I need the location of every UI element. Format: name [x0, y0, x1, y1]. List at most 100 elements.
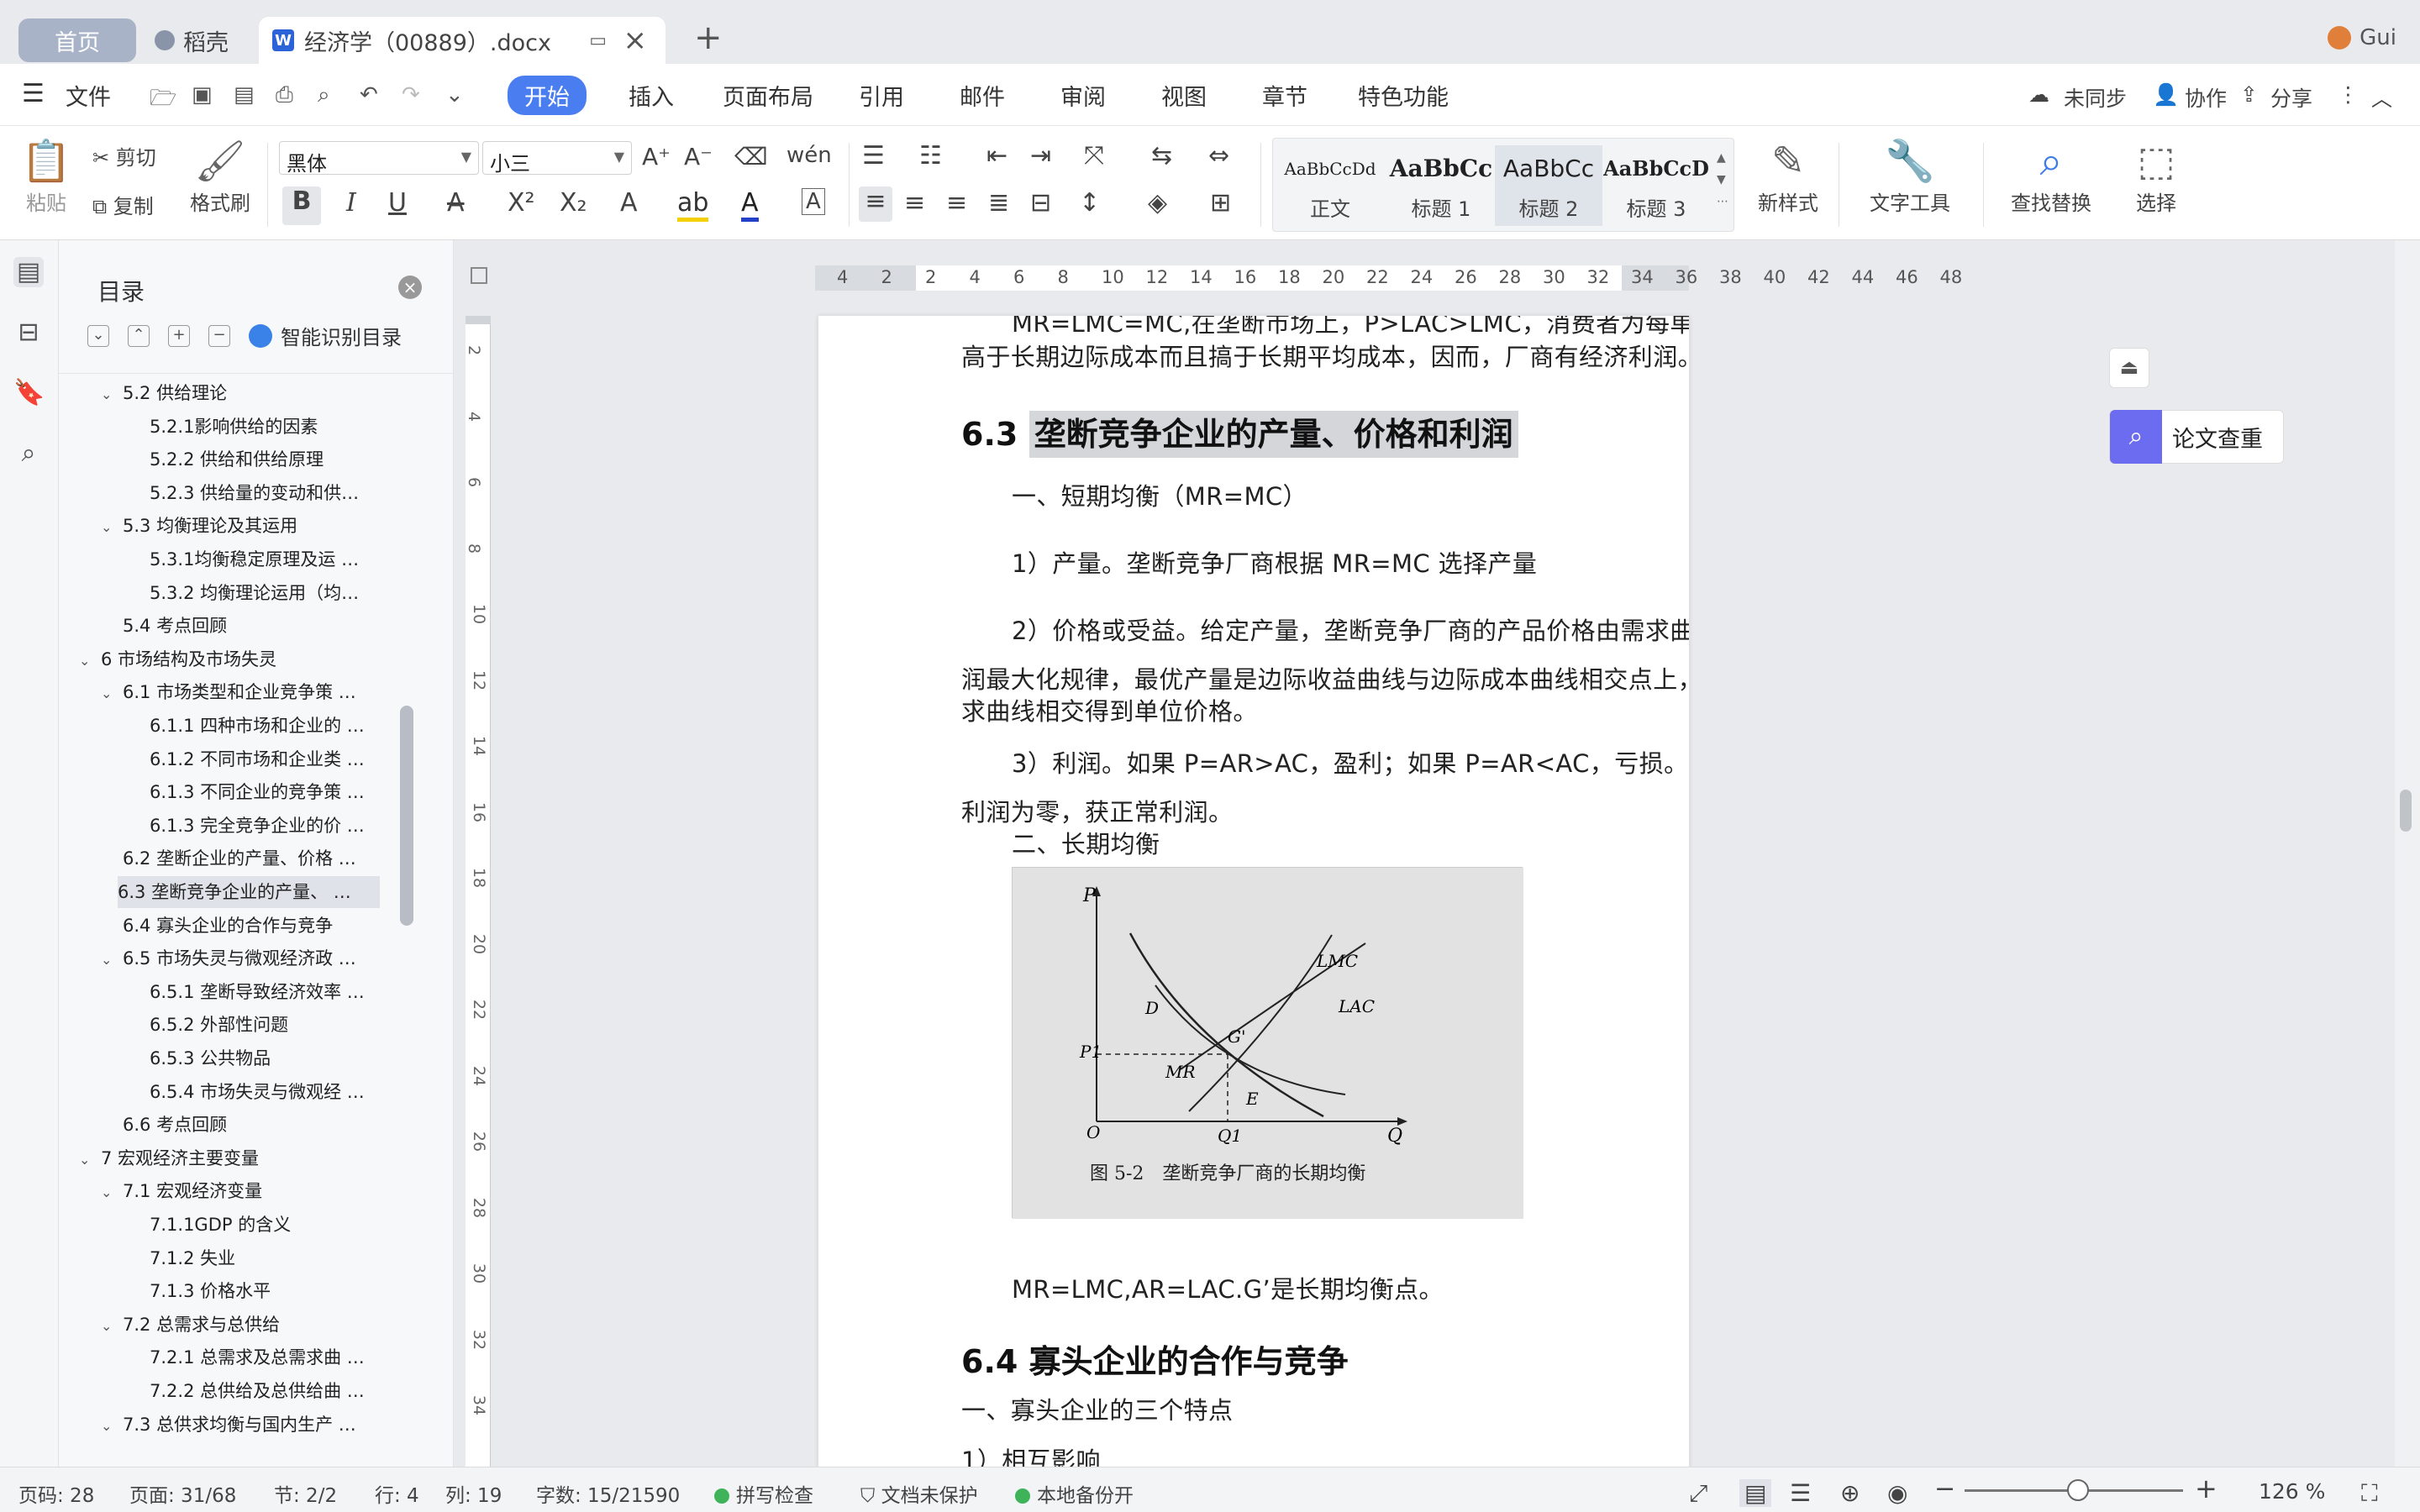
- chevron-down-icon[interactable]: ⌄: [101, 1310, 123, 1341]
- paper-check-button[interactable]: ⌕ 论文查重: [2109, 410, 2284, 464]
- font-name-select[interactable]: 黑体 ▼: [279, 141, 479, 176]
- bookmark-icon[interactable]: 🔖: [13, 378, 45, 408]
- toc-item[interactable]: 5.2.3 供给量的变动和供…: [150, 477, 385, 509]
- smart-toc-button[interactable]: 智能识别目录: [249, 321, 402, 350]
- decrease-indent-icon[interactable]: ⇤: [986, 141, 1007, 171]
- fullscreen-icon[interactable]: ⤢: [1689, 1479, 1707, 1508]
- copy-button[interactable]: ⧉ 复制: [92, 190, 154, 219]
- menu-file[interactable]: 文件: [66, 79, 111, 112]
- text-tools-button[interactable]: 🔧 文字工具: [1857, 136, 1963, 216]
- style-heading-3[interactable]: AaBbCcD 标题 3: [1602, 145, 1710, 226]
- font-color-icon[interactable]: A: [741, 188, 759, 222]
- add-heading-icon[interactable]: +: [168, 324, 190, 347]
- eye-protection-icon[interactable]: ◉: [1887, 1479, 1907, 1507]
- paste-button[interactable]: 📋 粘贴: [17, 136, 76, 216]
- number-list-icon[interactable]: ☷: [919, 141, 942, 171]
- distribute-icon[interactable]: ⊟: [1030, 188, 1051, 218]
- customize-chevron-icon[interactable]: ⌄: [445, 82, 464, 108]
- select-button[interactable]: ⬚ 选择: [2121, 136, 2191, 216]
- text-direction-icon[interactable]: ⤧: [1084, 141, 1104, 171]
- status-column[interactable]: 列: 19: [445, 1479, 502, 1508]
- char-border-icon[interactable]: A: [802, 188, 825, 215]
- borders-icon[interactable]: ⊞: [1210, 188, 1231, 218]
- search-icon[interactable]: ⌕: [13, 438, 44, 469]
- collab-icon[interactable]: 👤: [2153, 82, 2179, 108]
- share-button[interactable]: 分享: [2270, 82, 2312, 113]
- superscript-icon[interactable]: X²: [508, 188, 535, 218]
- subscript-icon[interactable]: X₂: [560, 188, 587, 218]
- web-view-icon[interactable]: ⊕: [1840, 1479, 1860, 1507]
- toc-item[interactable]: 6.4 寡头企业的合作与竞争: [123, 910, 385, 942]
- toc-item[interactable]: 6.5.4 市场失灵与微观经 …: [150, 1076, 385, 1108]
- text-effect-icon[interactable]: A: [620, 188, 638, 218]
- toc-item[interactable]: 6.3 垄断竞争企业的产量、 …: [118, 876, 380, 908]
- toc-item[interactable]: 6.5.1 垄断导致经济效率 …: [150, 976, 385, 1008]
- toc-item[interactable]: ⌄ 5.3 均衡理论及其运用: [101, 510, 385, 542]
- save-icon[interactable]: ▣: [192, 82, 213, 108]
- vertical-ruler[interactable]: 2 4 6 8 10 12 14 16 18 20 22 24 26 28 30 32 34: [465, 316, 491, 1467]
- local-backup-status[interactable]: 本地备份开: [1015, 1479, 1134, 1508]
- status-page[interactable]: 页面: 31/68: [129, 1479, 236, 1508]
- eject-icon[interactable]: ⏏: [2109, 348, 2149, 388]
- toc-item[interactable]: ⌄ 6.1 市场类型和企业竞争策 …: [101, 676, 385, 708]
- doc-protection-status[interactable]: ⛉ 文档未保护: [860, 1479, 978, 1508]
- toc-panel-icon[interactable]: ▤: [13, 257, 44, 287]
- menu-tab-insert[interactable]: 插入: [629, 79, 674, 112]
- toc-scrollbar[interactable]: [400, 706, 413, 926]
- close-tab-icon[interactable]: ×: [623, 24, 648, 57]
- format-painter-button[interactable]: 🖌 格式刷: [185, 136, 255, 216]
- status-page-code[interactable]: 页码: 28: [18, 1479, 94, 1508]
- phonetic-icon[interactable]: wén: [786, 143, 832, 168]
- zoom-level[interactable]: 126 %: [2259, 1479, 2325, 1504]
- chevron-down-icon[interactable]: ⌄: [101, 379, 123, 409]
- chapter-nav-icon[interactable]: ⊟: [13, 318, 44, 348]
- outline-view-icon[interactable]: ☰: [1790, 1479, 1811, 1507]
- tab-docer[interactable]: 稻壳: [143, 17, 252, 64]
- toc-item[interactable]: 7.2.2 总供给及总供给曲 …: [150, 1375, 385, 1407]
- zoom-in-icon[interactable]: +: [2195, 1473, 2217, 1504]
- shading-icon[interactable]: ◈: [1148, 188, 1167, 218]
- expand-level-icon[interactable]: ⌃: [128, 324, 150, 347]
- style-heading-2[interactable]: AaBbCc 标题 2: [1495, 145, 1602, 226]
- toc-item[interactable]: ⌄ 5.2 供给理论: [101, 377, 385, 409]
- gallery-scroll-icon[interactable]: ▲ ▼ ⋯: [1717, 147, 1728, 213]
- share-icon[interactable]: ⇪: [2240, 82, 2258, 107]
- horizontal-ruler[interactable]: 4 2 2 4 6 8 10 12 14 16 18 20 22 24 26 28 30 32 34 36 38 40 42…: [815, 265, 1962, 291]
- font-size-select[interactable]: 小三 ▼: [482, 141, 632, 176]
- toc-item[interactable]: 5.2.1影响供给的因素: [150, 411, 385, 443]
- tab-home[interactable]: 首页: [18, 18, 136, 62]
- toc-item[interactable]: 5.3.1均衡稳定原理及运 …: [150, 543, 385, 575]
- show-marks-icon[interactable]: ⇔: [1208, 141, 1229, 171]
- toc-item[interactable]: 6.1.2 不同市场和企业类 …: [150, 743, 385, 775]
- document-scrollbar[interactable]: [2400, 790, 2412, 832]
- collapse-ribbon-icon[interactable]: ︿: [2371, 82, 2392, 113]
- print-icon[interactable]: ⎙: [276, 82, 293, 108]
- grow-font-icon[interactable]: A⁺: [642, 143, 671, 171]
- sort-icon[interactable]: ⇆: [1151, 141, 1172, 171]
- toc-item[interactable]: 6.1.1 四种市场和企业的 …: [150, 710, 385, 742]
- status-row[interactable]: 行: 4: [375, 1479, 419, 1508]
- figure-image[interactable]: P LMC LAC D G' P1 MR E O Q1 Q 图 5-2 垄断竞争…: [1012, 867, 1523, 1219]
- spell-check-status[interactable]: 拼写检查: [714, 1479, 813, 1508]
- bold-icon[interactable]: B: [282, 186, 321, 225]
- status-section[interactable]: 节: 2/2: [274, 1479, 337, 1508]
- bullet-list-icon[interactable]: ☰: [862, 141, 885, 171]
- toc-item[interactable]: ⌄ 6 市场结构及市场失灵: [79, 643, 385, 675]
- underline-icon[interactable]: U: [388, 188, 407, 218]
- sync-status[interactable]: 未同步: [2064, 82, 2127, 113]
- menu-tab-special[interactable]: 特色功能: [1358, 79, 1449, 112]
- highlight-icon[interactable]: ab: [677, 188, 709, 222]
- toc-item[interactable]: 7.1.1GDP 的含义: [150, 1209, 385, 1241]
- user-account[interactable]: Gui: [2328, 25, 2396, 50]
- align-left-icon[interactable]: ≡: [859, 186, 892, 222]
- strikethrough-icon[interactable]: A: [447, 188, 465, 218]
- menu-tab-view[interactable]: 视图: [1161, 79, 1207, 112]
- chevron-down-icon[interactable]: ⌄: [101, 1410, 123, 1441]
- cut-button[interactable]: ✂ 剪切: [92, 141, 156, 171]
- toc-item[interactable]: ⌄ 6.5 市场失灵与微观经济政 …: [101, 942, 385, 974]
- status-word-count[interactable]: 字数: 15/21590: [536, 1479, 680, 1508]
- monitor-icon[interactable]: ▭: [589, 30, 607, 51]
- zoom-slider-handle[interactable]: [2067, 1479, 2090, 1501]
- toc-item[interactable]: 6.1.3 完全竞争企业的价 …: [150, 810, 385, 842]
- clear-format-icon[interactable]: ⌫: [734, 143, 768, 171]
